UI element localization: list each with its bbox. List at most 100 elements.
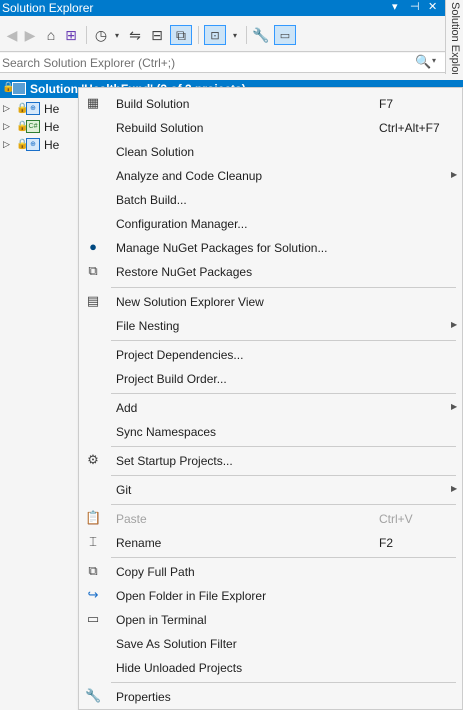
menu-item-sync-namespaces[interactable]: Sync Namespaces [79,420,463,443]
forward-icon[interactable]: ▶ [22,25,38,45]
project-label: He [44,102,60,116]
menu-item-analyze[interactable]: Analyze and Code Cleanup ▶ [79,164,463,187]
search-options-icon[interactable]: ▾ [432,56,436,65]
pin-icon[interactable]: ⊣ [410,0,420,13]
menu-item-label: Clean Solution [116,145,195,159]
toolbar: ◀ ▶ ⌂ ⊞ ◷ ▾ ⇋ ⊟ ⧉ ⊡ ▾ 🔧 ▭ [0,16,445,52]
terminal-icon: ▭ [86,611,100,626]
menu-item-project-deps[interactable]: Project Dependencies... [79,343,463,366]
close-icon[interactable]: ✕ [428,0,437,13]
menu-separator [111,287,456,288]
menu-separator [111,393,456,394]
menu-item-label: Sync Namespaces [116,425,217,439]
expand-icon[interactable]: ▷ [3,139,10,150]
collapse-all-icon[interactable]: ⊟ [148,25,166,45]
menu-item-build-solution[interactable]: ▦ Build Solution F7 [79,92,463,115]
menu-item-manage-nuget[interactable]: ● Manage NuGet Packages for Solution... [79,236,463,259]
project-node[interactable]: ▷ 🔒 C# He [0,118,90,136]
window-dropdown-icon[interactable]: ▾ [392,0,398,13]
menu-item-config-manager[interactable]: Configuration Manager... [79,212,463,235]
menu-item-shortcut: F2 [379,536,394,550]
properties-icon[interactable]: 🔧 [252,25,270,45]
paste-icon: 📋 [85,510,102,525]
menu-item-terminal[interactable]: ▭ Open in Terminal [79,608,463,631]
menu-item-label: Add [116,401,138,415]
menu-item-label: Git [116,483,132,497]
nuget-icon: ● [89,239,97,254]
title-bar: Solution Explorer ▾ ⊣ ✕ [0,0,445,16]
project-node[interactable]: ▷ 🔒 ⊕ He [0,100,90,118]
menu-item-build-order[interactable]: Project Build Order... [79,367,463,390]
menu-separator [111,475,456,476]
preview-selected-icon[interactable]: ⊡ [204,25,226,45]
menu-item-label: Analyze and Code Cleanup [116,169,263,183]
menu-item-paste: 📋 Paste Ctrl+V [79,507,463,530]
expand-icon[interactable]: ▷ [3,121,10,132]
menu-separator [111,557,456,558]
home-icon[interactable]: ⌂ [42,25,60,45]
menu-item-shortcut: Ctrl+V [379,512,413,526]
build-icon: ▦ [86,95,100,110]
gear-icon: ⚙ [87,452,99,467]
menu-item-label: File Nesting [116,319,180,333]
menu-item-label: Batch Build... [116,193,187,207]
new-view-icon: ▤ [86,293,100,308]
chevron-down-icon[interactable]: ▾ [112,25,122,45]
menu-item-new-view[interactable]: ▤ New Solution Explorer View [79,290,463,313]
auto-hide-icon[interactable]: ▭ [274,25,296,45]
menu-item-hide-unloaded[interactable]: Hide Unloaded Projects [79,656,463,679]
search-icon[interactable]: 🔍 [415,54,431,70]
menu-item-startup-projects[interactable]: ⚙ Set Startup Projects... [79,449,463,472]
menu-item-rebuild-solution[interactable]: Rebuild Solution Ctrl+Alt+F7 [79,116,463,139]
menu-item-restore-nuget[interactable]: ⧉ Restore NuGet Packages [79,260,463,283]
menu-item-rename[interactable]: ⌶ Rename F2 [79,531,463,554]
submenu-arrow-icon: ▶ [451,320,458,329]
menu-item-file-nesting[interactable]: File Nesting ▶ [79,314,463,337]
menu-item-label: Configuration Manager... [116,217,248,231]
search-box[interactable]: Search Solution Explorer (Ctrl+;) 🔍 ▾ [0,53,445,73]
switch-views-icon[interactable]: ⊞ [62,25,80,45]
menu-item-label: Project Dependencies... [116,348,244,362]
menu-item-label: Set Startup Projects... [116,454,233,468]
toolbar-separator [86,26,87,44]
menu-item-label: Save As Solution Filter [116,637,237,651]
menu-item-label: Build Solution [116,97,190,111]
window-title: Solution Explorer [2,1,94,15]
sync-icon[interactable]: ⇋ [126,25,144,45]
submenu-arrow-icon: ▶ [451,484,458,493]
menu-item-label: Manage NuGet Packages for Solution... [116,241,328,255]
menu-item-label: Open Folder in File Explorer [116,589,267,603]
menu-item-properties[interactable]: 🔧 Properties [79,685,463,708]
menu-item-label: Open in Terminal [116,613,207,627]
show-all-files-icon[interactable]: ⧉ [170,25,192,45]
menu-item-shortcut: F7 [379,97,394,111]
pending-changes-icon[interactable]: ◷ [92,25,110,45]
project-label: He [44,120,60,134]
menu-item-label: Rebuild Solution [116,121,204,135]
menu-item-batch-build[interactable]: Batch Build... [79,188,463,211]
menu-separator [111,446,456,447]
copy-icon: ⧉ [88,563,98,578]
project-node[interactable]: ▷ 🔒 ⊕ He [0,136,90,154]
solution-icon [12,82,26,95]
menu-item-copy-path[interactable]: ⧉ Copy Full Path [79,560,463,583]
menu-item-open-folder[interactable]: ↪ Open Folder in File Explorer [79,584,463,607]
csharp-project-icon: C# [26,120,40,133]
menu-item-save-filter[interactable]: Save As Solution Filter [79,632,463,655]
menu-separator [111,682,456,683]
project-label: He [44,138,60,152]
menu-item-clean-solution[interactable]: Clean Solution [79,140,463,163]
menu-item-label: Copy Full Path [116,565,195,579]
menu-item-label: Rename [116,536,162,550]
toolbar-separator [198,26,199,44]
wrench-icon: 🔧 [85,688,102,703]
back-icon[interactable]: ◀ [4,25,20,45]
web-project-icon: ⊕ [26,138,40,151]
search-input[interactable]: Search Solution Explorer (Ctrl+;) [2,56,175,70]
expand-icon[interactable]: ▷ [3,103,10,114]
chevron-down-icon[interactable]: ▾ [230,25,240,45]
menu-item-label: New Solution Explorer View [116,295,264,309]
menu-item-add[interactable]: Add ▶ [79,396,463,419]
menu-item-label: Properties [116,690,171,704]
menu-item-git[interactable]: Git ▶ [79,478,463,501]
